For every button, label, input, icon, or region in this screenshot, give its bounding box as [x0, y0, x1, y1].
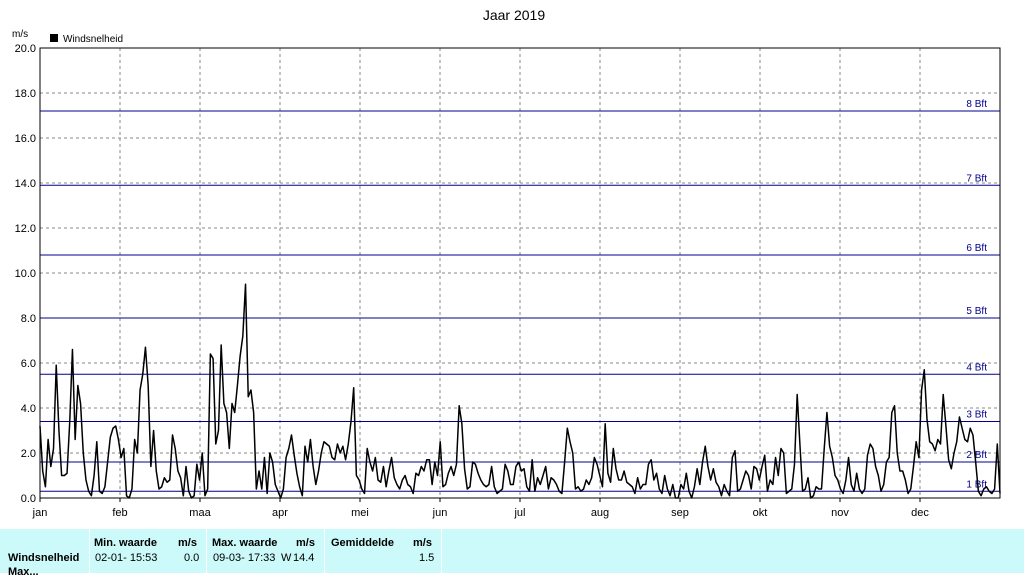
- x-tick-label: jan: [32, 507, 48, 519]
- y-axis-unit: m/s: [12, 29, 28, 40]
- x-tick-label: apr: [272, 507, 288, 519]
- wind-chart: 1 Bft2 Bft3 Bft4 Bft5 Bft6 Bft7 Bft8 Bft…: [0, 0, 1024, 529]
- row-label-2: Max...: [8, 566, 39, 578]
- x-tick-label: aug: [591, 507, 609, 519]
- x-tick-label: nov: [831, 507, 849, 519]
- max-header: Max. waarde: [212, 537, 278, 549]
- divider: [89, 529, 90, 573]
- min-time: 02-01- 15:53: [95, 552, 158, 564]
- legend-label: Windsnelheid: [63, 34, 123, 45]
- max-value: 14.4: [293, 552, 315, 564]
- y-tick-label: 20.0: [15, 43, 36, 55]
- min-header: Min. waarde: [94, 537, 157, 549]
- stats-panel: Min. waarde m/s Max. waarde m/s Gemiddel…: [0, 529, 1024, 578]
- avg-unit-header: m/s: [413, 537, 432, 549]
- max-direction: W: [281, 552, 292, 564]
- beaufort-label: 5 Bft: [966, 306, 987, 317]
- y-tick-label: 2.0: [21, 448, 36, 460]
- chart-background: [0, 0, 1024, 529]
- min-unit-header: m/s: [178, 537, 197, 549]
- beaufort-label: 6 Bft: [966, 243, 987, 254]
- max-unit-header: m/s: [296, 537, 315, 549]
- beaufort-label: 2 Bft: [966, 450, 987, 461]
- y-tick-label: 14.0: [15, 178, 36, 190]
- beaufort-label: 3 Bft: [966, 410, 987, 421]
- min-value: 0.0: [184, 552, 200, 564]
- max-time: 09-03- 17:33: [213, 552, 276, 564]
- x-tick-label: dec: [911, 507, 929, 519]
- y-tick-label: 16.0: [15, 133, 36, 145]
- x-tick-label: feb: [112, 507, 127, 519]
- x-tick-label: mei: [351, 507, 369, 519]
- avg-header: Gemiddelde: [331, 537, 394, 549]
- chart-title: Jaar 2019: [483, 7, 545, 23]
- divider: [441, 529, 442, 573]
- legend-swatch: [50, 34, 58, 42]
- divider: [206, 529, 207, 573]
- beaufort-label: 4 Bft: [966, 362, 987, 373]
- y-tick-label: 18.0: [15, 88, 36, 100]
- x-tick-label: jul: [513, 507, 525, 519]
- x-tick-label: jun: [432, 507, 448, 519]
- y-tick-label: 10.0: [15, 268, 36, 280]
- y-tick-label: 4.0: [21, 403, 36, 415]
- y-tick-label: 8.0: [21, 313, 36, 325]
- x-tick-label: okt: [753, 507, 768, 519]
- x-tick-label: maa: [189, 507, 211, 519]
- y-tick-label: 12.0: [15, 223, 36, 235]
- beaufort-label: 8 Bft: [966, 99, 987, 110]
- y-tick-label: 6.0: [21, 358, 36, 370]
- beaufort-label: 7 Bft: [966, 173, 987, 184]
- row-label: Windsnelheid: [8, 552, 80, 564]
- x-tick-label: sep: [671, 507, 689, 519]
- divider: [324, 529, 325, 573]
- avg-value: 1.5: [419, 552, 435, 564]
- y-tick-label: 0.0: [21, 493, 36, 505]
